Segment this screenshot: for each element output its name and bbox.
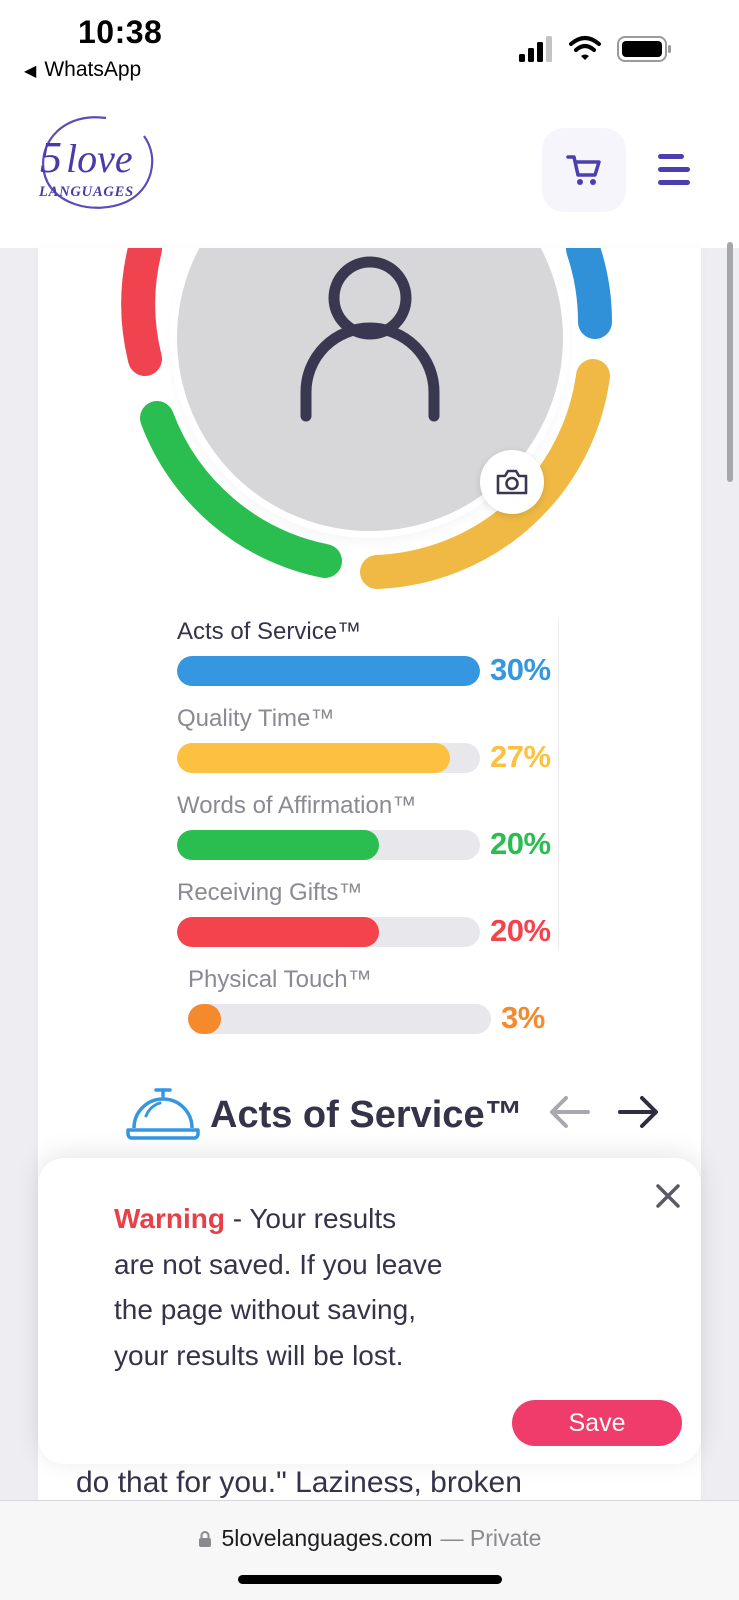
result-bar-fill [177,917,379,947]
unsaved-results-warning: Warning - Your results are not saved. If… [38,1158,701,1464]
result-name: Receiving Gifts™ [177,879,363,906]
change-photo-button[interactable] [480,450,544,514]
result-percent: 20% [490,913,551,948]
result-bar-fill [177,656,480,686]
browser-address-bar[interactable]: 5lovelanguages.com — Private [0,1500,739,1600]
result-percent: 30% [490,652,551,687]
private-mode-label: — Private [440,1525,542,1551]
back-app-label: WhatsApp [44,58,142,81]
section-title: Acts of Service™ [210,1094,523,1136]
description-text: do that for you." Laziness, broken [76,1466,522,1499]
warning-message: Warning - Your results are not saved. If… [114,1196,444,1378]
lock-icon [198,1530,211,1547]
arrow-right-icon[interactable] [616,1094,660,1130]
result-bar-track [177,743,480,773]
result-name: Quality Time™ [177,705,335,732]
wifi-icon [569,36,601,60]
shopping-cart-icon [566,155,601,185]
ring-segment-red [121,248,162,376]
camera-icon [496,469,528,495]
result-bar-track [177,830,480,860]
result-percent: 20% [490,826,551,861]
page-scrollbar[interactable] [727,242,733,482]
save-button[interactable]: Save [512,1400,682,1446]
back-triangle-icon: ◀ [24,63,37,80]
result-bar-fill [188,1004,222,1034]
address-display[interactable]: 5lovelanguages.com — Private [0,1525,739,1552]
battery-icon [617,36,671,62]
status-icons [519,36,671,62]
5-love-languages-logo[interactable]: 5 love LANGUAGES [34,114,160,214]
close-icon[interactable] [652,1180,684,1212]
svg-text:love: love [66,136,133,181]
back-to-app-link[interactable]: ◀ WhatsApp [24,58,141,82]
results-divider [558,618,559,950]
home-indicator[interactable] [238,1575,502,1584]
svg-text:LANGUAGES: LANGUAGES [38,184,134,200]
service-bell-icon [126,1088,200,1140]
result-name: Words of Affirmation™ [177,792,417,819]
result-name: Acts of Service™ [177,618,362,645]
clock: 10:38 [78,14,163,50]
status-bar: 10:38 ◀ WhatsApp [0,0,739,100]
warning-label: Warning [114,1203,225,1234]
result-bar-fill [177,743,450,773]
result-bar-track [177,917,480,947]
hamburger-menu-icon[interactable] [654,148,694,192]
ring-segment-blue [566,248,613,339]
svg-text:5: 5 [40,133,62,182]
result-bar-fill [177,830,379,860]
arrow-left-icon[interactable] [548,1094,592,1130]
result-percent: 27% [490,739,551,774]
cart-button[interactable] [542,128,626,212]
results-ring [121,248,613,589]
cellular-signal-icon [519,36,552,62]
url-text: 5lovelanguages.com [221,1525,433,1551]
result-bar-track [177,656,480,686]
result-percent: 3% [501,1000,545,1035]
site-header: 5 love LANGUAGES [0,100,739,248]
result-bar-track [188,1004,491,1034]
result-name: Physical Touch™ [188,966,372,993]
